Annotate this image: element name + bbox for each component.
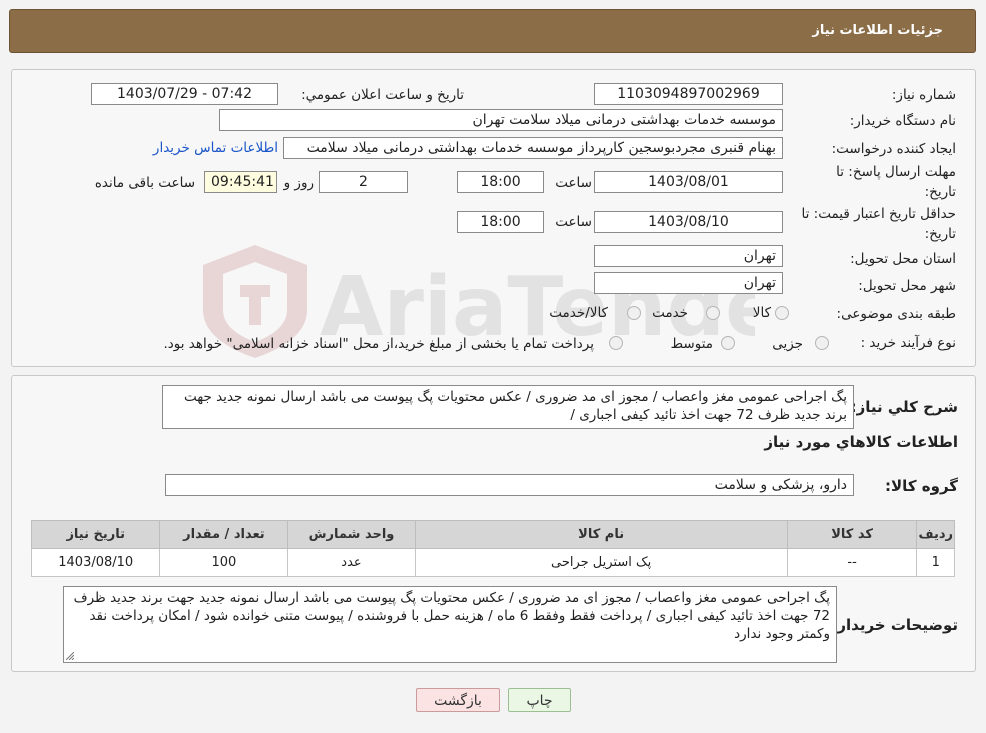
requester-label: ایجاد کننده درخواست: xyxy=(831,141,956,157)
need-number-field: 1103094897002969 xyxy=(594,83,783,105)
price-validity-date-field: 1403/08/10 xyxy=(594,211,783,233)
cell-need-date: 1403/08/10 xyxy=(30,548,161,577)
purchase-process-label: نوع فرآیند خرید : xyxy=(860,335,956,351)
province-field: تهران xyxy=(594,245,783,267)
announce-datetime-field: 1403/07/29 - 07:42 xyxy=(91,83,278,105)
summary-textarea: پگ اجراحی عمومی مغز واعصاب / مجوز ای مد … xyxy=(162,385,854,429)
goods-table: ردیف کد کالا نام کالا واحد شمارش تعداد /… xyxy=(30,520,955,577)
buyer-contact-link[interactable]: اطلاعات تماس خریدار xyxy=(153,140,278,156)
price-validity-label-line1: حداقل تاریخ اعتبار قیمت: تا xyxy=(801,206,956,222)
back-button[interactable]: بازگشت xyxy=(416,688,500,712)
category-goods-service-label: کالا/خدمت xyxy=(549,305,608,321)
col-name: نام کالا xyxy=(414,520,788,549)
goods-table-header: ردیف کد کالا نام کالا واحد شمارش تعداد /… xyxy=(30,520,955,549)
buyer-org-field: موسسه خدمات بهداشتی درمانی میلاد سلامت ت… xyxy=(219,109,783,131)
buyer-notes-text: پگ اجراحی عمومی مغز واعصاب / مجوز ای مد … xyxy=(73,590,830,642)
summary-label: شرح کلي نياز: xyxy=(850,398,958,416)
treasury-option-radio[interactable] xyxy=(609,336,623,350)
price-validity-time-label: ساعت xyxy=(555,214,592,230)
cell-name: پک استریل جراحی xyxy=(414,548,788,577)
goods-group-label: گروه کالا: xyxy=(885,477,958,495)
page-header: جزئیات اطلاعات نیاز xyxy=(9,9,976,53)
treasury-note: پرداخت تمام یا بخشی از مبلغ خرید،از محل … xyxy=(163,336,594,352)
buyer-notes-label: توضیحات خریدار: xyxy=(831,616,958,634)
goods-group-field: دارو، پزشکی و سلامت xyxy=(165,474,854,496)
buyer-notes-textarea: پگ اجراحی عمومی مغز واعصاب / مجوز ای مد … xyxy=(63,586,837,663)
deadline-days-field: 2 xyxy=(319,171,408,193)
table-row: 1 -- پک استریل جراحی عدد 100 1403/08/10 xyxy=(30,548,955,577)
category-label: طبقه بندی موضوعی: xyxy=(836,306,956,322)
cell-unit: عدد xyxy=(287,548,416,577)
category-service-label: خدمت xyxy=(652,305,688,321)
deadline-label-line2: تاریخ: xyxy=(924,184,956,200)
goods-info-title: اطلاعات کالاهاي مورد نياز xyxy=(764,433,958,451)
cell-row: 1 xyxy=(916,548,955,577)
requester-field: بهنام قنبری مجردبوسجین کارپرداز موسسه خد… xyxy=(283,137,783,159)
cell-quantity: 100 xyxy=(159,548,289,577)
price-validity-label-line2: تاریخ: xyxy=(924,226,956,242)
category-goods-label: کالا xyxy=(752,305,771,321)
process-medium-radio[interactable] xyxy=(721,336,735,350)
deadline-time-field: 18:00 xyxy=(457,171,544,193)
col-quantity: تعداد / مقدار xyxy=(159,520,289,549)
resize-grip-icon[interactable] xyxy=(66,652,74,660)
need-number-label: شماره نیاز: xyxy=(891,87,956,103)
print-button[interactable]: چاپ xyxy=(508,688,571,712)
process-medium-label: متوسط xyxy=(670,336,713,352)
category-service-radio[interactable] xyxy=(706,306,720,320)
buyer-org-label: نام دستگاه خریدار: xyxy=(849,113,956,129)
col-code: کد کالا xyxy=(786,520,918,549)
cell-code: -- xyxy=(786,548,918,577)
deadline-time-label: ساعت xyxy=(555,175,592,191)
deadline-date-field: 1403/08/01 xyxy=(594,171,783,193)
price-validity-time-field: 18:00 xyxy=(457,211,544,233)
province-label: استان محل تحویل: xyxy=(850,251,956,267)
city-label: شهر محل تحویل: xyxy=(858,278,956,294)
city-field: تهران xyxy=(594,272,783,294)
deadline-label-line1: مهلت ارسال پاسخ: تا xyxy=(836,164,956,180)
page-title: جزئیات اطلاعات نیاز xyxy=(812,23,943,38)
remaining-time-label: ساعت باقی مانده xyxy=(94,175,195,191)
col-row: ردیف xyxy=(916,520,955,549)
process-minor-label: جزیی xyxy=(772,336,803,352)
deadline-days-label: روز و xyxy=(283,175,314,191)
process-minor-radio[interactable] xyxy=(815,336,829,350)
remaining-time-field: 09:45:41 xyxy=(204,171,277,193)
col-unit: واحد شمارش xyxy=(287,520,416,549)
category-goods-service-radio[interactable] xyxy=(627,306,641,320)
announce-datetime-label: تاریخ و ساعت اعلان عمومي: xyxy=(301,87,464,103)
col-need-date: تاریخ نیاز xyxy=(30,520,161,549)
category-goods-radio[interactable] xyxy=(775,306,789,320)
